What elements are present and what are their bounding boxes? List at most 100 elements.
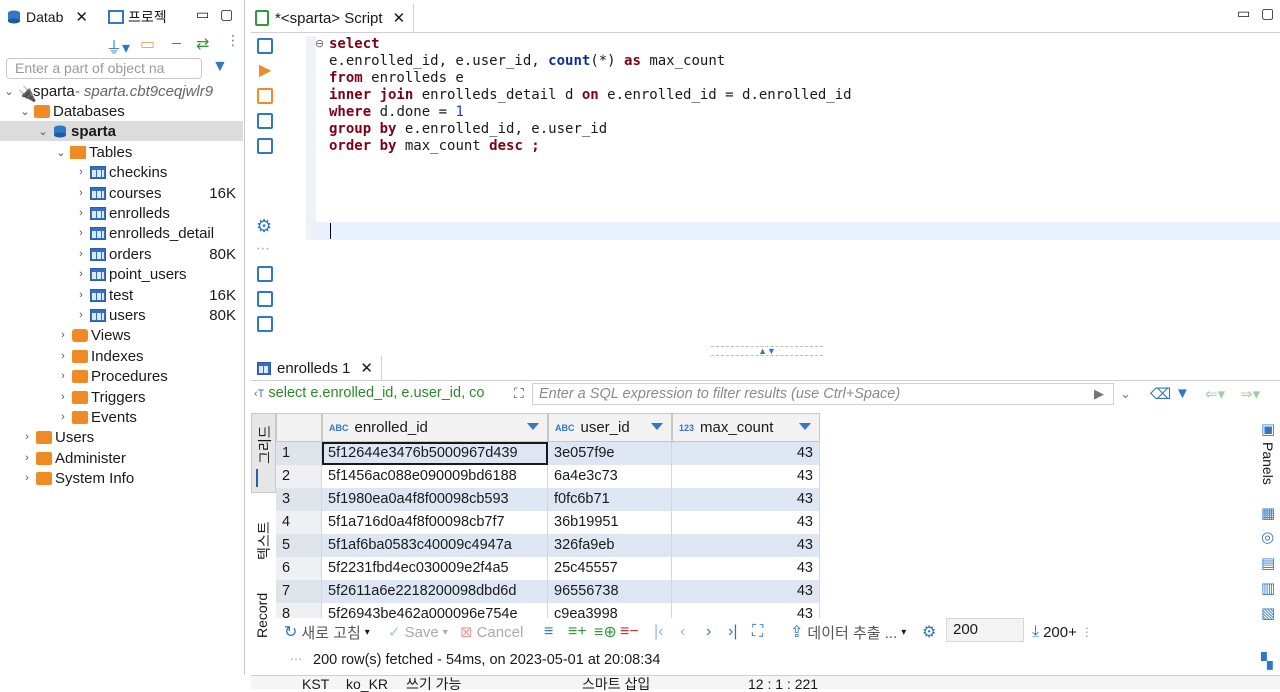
sort-icon[interactable] (799, 423, 811, 430)
close-icon[interactable]: ✕ (393, 9, 406, 27)
calc-icon[interactable]: ▥ (1261, 579, 1275, 597)
new-folder-icon[interactable]: ▭ (140, 34, 155, 54)
filter-input[interactable]: Enter a SQL expression to filter results… (532, 383, 1114, 405)
tree-databases[interactable]: ⌄ Databases (0, 101, 243, 121)
enrolled-id-cell[interactable]: 5f1980ea0a4f8f00098cb593 (322, 488, 548, 511)
refresh-button[interactable]: ↻ 새로 고침 ▾ (284, 622, 370, 642)
max-count-cell[interactable]: 43 (672, 534, 820, 557)
variables-icon[interactable] (257, 316, 273, 332)
user-id-cell[interactable]: 326fa9eb (548, 534, 672, 557)
panel-splitter[interactable]: ▲▼ (711, 346, 823, 356)
query-preview[interactable]: ‹T select e.enrolled_id, e.user_id, co (254, 385, 508, 405)
close-icon[interactable]: ✕ (75, 8, 88, 26)
minimize-icon[interactable]: ▭ (1237, 5, 1250, 22)
enrolled-id-cell[interactable]: 5f26943be462a000096e754e (322, 603, 548, 618)
maximize-icon[interactable]: ▢ (1261, 5, 1274, 22)
settings-icon[interactable]: ⚙ (256, 216, 272, 237)
enrolled-id-cell[interactable]: 5f2611a6e2218200098dbd6d (322, 580, 548, 603)
enrolled-id-cell[interactable]: 5f1456ac088e090009bd6188 (322, 465, 548, 488)
sort-icon[interactable] (527, 423, 539, 430)
error-log-icon[interactable] (257, 291, 273, 307)
maximize-icon[interactable]: ▢ (220, 6, 233, 23)
tree-tables[interactable]: ⌄ Tables (0, 142, 243, 162)
row-number[interactable]: 4 (276, 511, 322, 534)
user-id-cell[interactable]: c9ea3998 (548, 603, 672, 618)
new-connection-icon[interactable]: ⏚▾ (106, 34, 130, 58)
row-number[interactable]: 1 (276, 442, 322, 465)
tree-connection[interactable]: ⌄ 🔌 sparta - sparta.cbt9ceqjwlr9 (0, 81, 243, 103)
metadata-icon[interactable]: ◎ (1261, 528, 1274, 546)
panels-icon[interactable]: ▣ (1261, 420, 1275, 438)
tree-indexes[interactable]: › Indexes (0, 346, 243, 366)
grouping-icon[interactable]: ▤ (1261, 554, 1275, 572)
enrolled-id-cell[interactable]: 5f1af6ba0583c40009c4947a (322, 534, 548, 557)
tree-triggers[interactable]: › Triggers (0, 387, 243, 407)
add-row-icon[interactable]: ≡+ (568, 622, 587, 642)
tab-databases[interactable]: Datab ✕ (6, 6, 88, 28)
close-icon[interactable]: ✕ (360, 359, 373, 377)
user-id-cell[interactable]: 3e057f9e (548, 442, 672, 465)
copy-row-icon[interactable]: ≡⊕ (594, 622, 617, 642)
tree-users[interactable]: › Users (0, 427, 243, 447)
max-count-cell[interactable]: 43 (672, 580, 820, 603)
filter-icon[interactable]: ▼ (212, 58, 228, 76)
minimize-icon[interactable]: ▭ (196, 6, 209, 23)
max-count-cell[interactable]: 43 (672, 465, 820, 488)
collapse-all-icon[interactable]: ⎯ (172, 32, 181, 53)
fetch-size-input[interactable]: 200 (946, 618, 1024, 642)
table-item[interactable]: › point_users (0, 264, 243, 284)
save-button[interactable]: ✓ Save ▾ (388, 622, 448, 642)
user-id-cell[interactable]: f0fc6b71 (548, 488, 672, 511)
execute-statement-icon[interactable] (257, 38, 273, 54)
value-panel-icon[interactable]: ▦ (1261, 504, 1275, 522)
back-icon[interactable]: ⇐▾ (1205, 385, 1225, 403)
tab-record[interactable]: Record (251, 580, 276, 660)
forward-icon[interactable]: ⇒▾ (1240, 385, 1260, 403)
tree-procedures[interactable]: › Procedures (0, 366, 243, 386)
export-data-button[interactable]: ⇪ 데이터 추출 ... ▾ (790, 622, 906, 642)
filter-icon[interactable]: ▼ (1175, 385, 1190, 402)
console-icon[interactable] (257, 138, 273, 154)
tree-system-info[interactable]: › System Info (0, 468, 243, 488)
object-search-input[interactable]: Enter a part of object na (6, 58, 202, 79)
enrolled-id-cell[interactable]: 5f1a716d0a4f8f00098cb7f7 (322, 511, 548, 534)
cancel-button[interactable]: ⊠ Cancel (460, 622, 523, 642)
tab-script[interactable]: *<sparta> Script ✕ (251, 4, 415, 32)
tree-events[interactable]: › Events (0, 407, 243, 427)
edit-row-icon[interactable]: ≡ (544, 622, 553, 642)
sort-icon[interactable] (651, 423, 663, 430)
eraser-icon[interactable]: ⌫ (1150, 385, 1171, 403)
first-page-icon[interactable]: |‹ (654, 622, 663, 642)
panels-label[interactable]: Panels (1260, 442, 1276, 485)
next-page-icon[interactable]: › (706, 622, 711, 642)
fold-icon[interactable]: ⊖ (315, 37, 324, 50)
row-number[interactable]: 8 (276, 603, 322, 618)
explain-plan-icon[interactable] (257, 88, 273, 104)
column-header-max-count[interactable]: 123 max_count (672, 413, 820, 442)
link-editor-icon[interactable]: ⇄ (196, 34, 209, 54)
enrolled-id-cell[interactable]: 5f2231fbd4ec030009e2f4a5 (322, 557, 548, 580)
tab-text[interactable]: 텍스트 (251, 500, 276, 570)
more-icon[interactable]: ⋮ (226, 32, 240, 49)
user-id-cell[interactable]: 6a4e3c73 (548, 465, 672, 488)
table-item[interactable]: › orders 80K (0, 244, 243, 264)
max-count-cell[interactable]: 43 (672, 603, 820, 618)
layout-icon[interactable]: ▚ (1261, 652, 1273, 670)
table-item[interactable]: › users 80K (0, 305, 243, 325)
tree-views[interactable]: › Views (0, 325, 243, 345)
user-id-cell[interactable]: 96556738 (548, 580, 672, 603)
max-count-cell[interactable]: 43 (672, 488, 820, 511)
user-id-cell[interactable]: 25c45557 (548, 557, 672, 580)
delete-row-icon[interactable]: ≡− (620, 622, 639, 642)
max-count-cell[interactable]: 43 (672, 442, 820, 465)
max-count-cell[interactable]: 43 (672, 557, 820, 580)
enrolled-id-cell[interactable]: 5f12644e3476b5000967d439 (322, 442, 548, 465)
prev-page-icon[interactable]: ‹ (680, 622, 685, 642)
execute-script-icon[interactable]: ▶ (259, 60, 271, 80)
references-icon[interactable]: ▧ (1261, 604, 1275, 622)
column-header-enrolled-id[interactable]: ABC enrolled_id (322, 413, 548, 442)
load-plan-icon[interactable] (257, 113, 273, 129)
row-number[interactable]: 2 (276, 465, 322, 488)
table-item[interactable]: › courses 16K (0, 183, 243, 203)
tree-administer[interactable]: › Administer (0, 448, 243, 468)
